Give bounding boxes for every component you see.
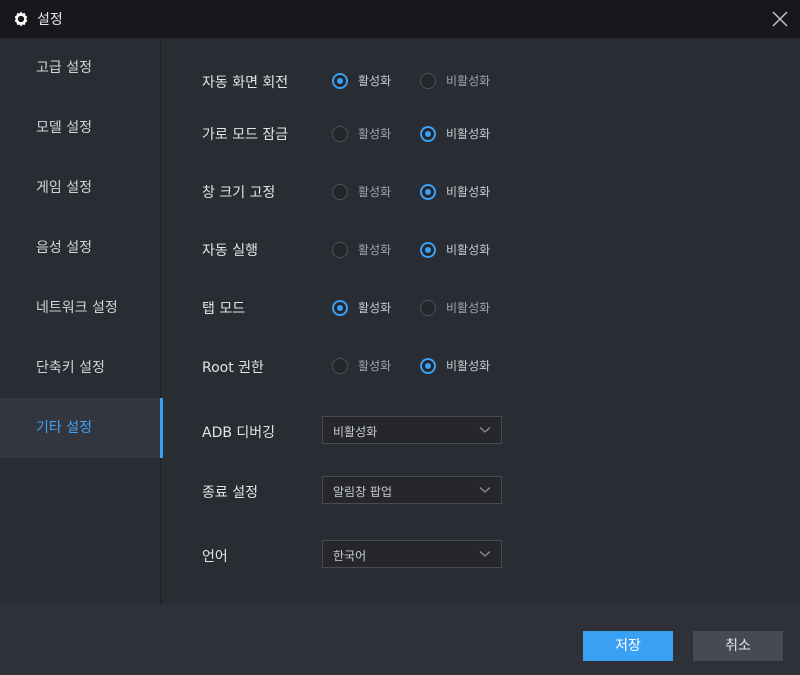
auto-start-off-radio[interactable]: 비활성화 (420, 241, 490, 258)
adb-debugging-select[interactable]: 비활성화 (322, 416, 502, 444)
radio-label: 활성화 (358, 185, 392, 199)
language-label: 언어 (202, 549, 228, 565)
exit-setting-label: 종료 설정 (202, 485, 258, 501)
fixed-window-size-on-radio[interactable]: 활성화 (332, 183, 391, 200)
radio-indicator (332, 183, 348, 200)
radio-label: 비활성화 (446, 359, 491, 373)
fixed-window-size-label: 창 크기 고정 (202, 185, 276, 201)
sidebar-item-label: 고급 설정 (36, 60, 92, 76)
radio-label: 활성화 (358, 74, 392, 88)
fixed-window-size-off-radio[interactable]: 비활성화 (420, 183, 490, 200)
radio-label: 활성화 (358, 243, 392, 257)
radio-label: 비활성화 (446, 185, 491, 199)
radio-indicator (332, 357, 348, 374)
radio-label: 비활성화 (446, 74, 491, 88)
root-permission-label: Root 권한 (202, 360, 264, 376)
tab-mode-label: 탭 모드 (202, 301, 246, 317)
title-bar: 설정 (0, 0, 800, 38)
radio-indicator (420, 299, 436, 316)
radio-label: 활성화 (358, 127, 392, 141)
auto-rotate-off-radio[interactable]: 비활성화 (420, 72, 490, 89)
radio-label: 비활성화 (446, 301, 491, 315)
radio-label: 비활성화 (446, 127, 491, 141)
auto-rotate-on-radio[interactable]: 활성화 (332, 72, 391, 89)
sidebar-item-label: 네트워크 설정 (36, 300, 118, 316)
radio-indicator (332, 299, 348, 316)
footer-bar: 저장 취소 (0, 604, 800, 675)
tab-mode-off-radio[interactable]: 비활성화 (420, 299, 490, 316)
auto-start-on-radio[interactable]: 활성화 (332, 241, 391, 258)
chevron-down-icon (479, 427, 491, 433)
language-select[interactable]: 한국어 (322, 540, 502, 568)
radio-indicator (332, 125, 348, 142)
window-title: 설정 (37, 12, 63, 28)
radio-indicator (420, 241, 436, 258)
sidebar-item-shortcuts[interactable]: 단축키 설정 (0, 338, 161, 398)
sidebar-item-other[interactable]: 기타 설정 (0, 398, 163, 458)
settings-window: 설정 고급 설정 모델 설정 게임 설정 음성 설정 네트워크 설정 단축키 설… (0, 0, 800, 675)
landscape-lock-off-radio[interactable]: 비활성화 (420, 125, 490, 142)
radio-label: 활성화 (358, 301, 392, 315)
radio-label: 활성화 (358, 359, 392, 373)
sidebar: 고급 설정 모델 설정 게임 설정 음성 설정 네트워크 설정 단축키 설정 기… (0, 38, 163, 604)
sidebar-item-game[interactable]: 게임 설정 (0, 158, 161, 218)
landscape-lock-label: 가로 모드 잠금 (202, 127, 289, 143)
tab-mode-on-radio[interactable]: 활성화 (332, 299, 391, 316)
select-value: 알림창 팝업 (333, 485, 393, 499)
sidebar-item-label: 게임 설정 (36, 180, 92, 196)
sidebar-item-label: 기타 설정 (36, 420, 92, 436)
radio-label: 비활성화 (446, 243, 491, 257)
radio-indicator (332, 241, 348, 258)
gear-icon (14, 11, 28, 27)
auto-start-label: 자동 실행 (202, 243, 258, 259)
settings-panel: 자동 화면 회전 활성화 비활성화 가로 모드 잠금 활성화 비활성화 창 크기… (162, 38, 800, 604)
save-button[interactable]: 저장 (583, 631, 673, 661)
radio-indicator (420, 125, 436, 142)
chevron-down-icon (479, 487, 491, 493)
select-value: 비활성화 (333, 425, 378, 439)
select-value: 한국어 (333, 549, 367, 563)
close-icon[interactable] (770, 9, 790, 29)
sidebar-item-network[interactable]: 네트워크 설정 (0, 278, 161, 338)
auto-rotate-label: 자동 화면 회전 (202, 75, 289, 91)
radio-indicator (420, 183, 436, 200)
sidebar-item-model[interactable]: 모델 설정 (0, 98, 161, 158)
sidebar-item-label: 음성 설정 (36, 240, 92, 256)
sidebar-item-label: 모델 설정 (36, 120, 92, 136)
radio-indicator (332, 72, 348, 89)
sidebar-item-audio[interactable]: 음성 설정 (0, 218, 161, 278)
sidebar-item-label: 단축키 설정 (36, 360, 105, 376)
landscape-lock-on-radio[interactable]: 활성화 (332, 125, 391, 142)
adb-debugging-label: ADB 디버깅 (202, 425, 276, 441)
sidebar-item-advanced[interactable]: 고급 설정 (0, 38, 161, 98)
radio-indicator (420, 357, 436, 374)
root-permission-off-radio[interactable]: 비활성화 (420, 357, 490, 374)
exit-setting-select[interactable]: 알림창 팝업 (322, 476, 502, 504)
cancel-button[interactable]: 취소 (693, 631, 783, 661)
chevron-down-icon (479, 551, 491, 557)
radio-indicator (420, 72, 436, 89)
root-permission-on-radio[interactable]: 활성화 (332, 357, 391, 374)
